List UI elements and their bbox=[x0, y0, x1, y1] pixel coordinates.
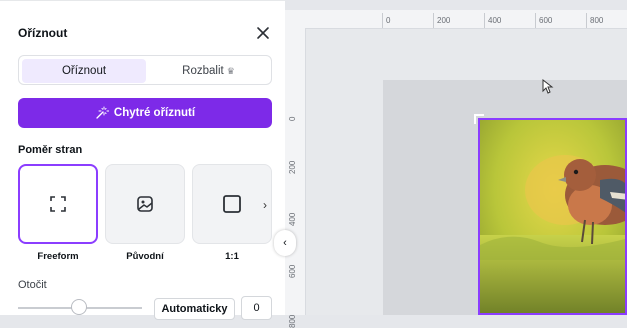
smart-crop-button[interactable]: Chytré oříznutí bbox=[18, 98, 272, 128]
ruler-top-line bbox=[484, 13, 485, 28]
freeform-icon bbox=[50, 196, 66, 212]
aspect-original-label: Původní bbox=[126, 251, 164, 262]
square-icon bbox=[223, 195, 241, 213]
ruler-top: 0 200 400 600 800 bbox=[305, 10, 627, 29]
magic-wand-icon bbox=[96, 106, 109, 119]
crop-panel: Oříznout Oříznout Rozbalit ♛ Chytré ořízn… bbox=[0, 0, 285, 320]
cropped-photo[interactable] bbox=[478, 118, 627, 315]
ruler-top-tick: 0 bbox=[386, 16, 391, 25]
ruler-top-line bbox=[382, 13, 383, 28]
panel-title: Oříznout bbox=[18, 26, 68, 40]
ruler-top-tick: 200 bbox=[437, 16, 451, 25]
ruler-top-line bbox=[535, 13, 536, 28]
aspect-square-label: 1:1 bbox=[225, 251, 239, 262]
ruler-top-line bbox=[433, 13, 434, 28]
ruler-top-tick: 600 bbox=[539, 16, 553, 25]
ruler-top-line bbox=[586, 13, 587, 28]
mouse-cursor-icon bbox=[542, 79, 554, 94]
tab-crop-label: Oříznout bbox=[61, 65, 107, 77]
crown-icon: ♛ bbox=[226, 66, 235, 76]
crop-corner-handle[interactable] bbox=[474, 114, 484, 124]
ruler-left: 0 200 400 600 800 bbox=[285, 28, 306, 328]
close-icon[interactable] bbox=[254, 24, 272, 42]
bird-photo-image bbox=[480, 120, 625, 313]
chevron-right-icon[interactable]: › bbox=[263, 198, 267, 212]
ruler-left-tick: 400 bbox=[288, 212, 297, 226]
tab-expand-label: Rozbalit bbox=[182, 65, 224, 77]
aspect-ratio-heading: Poměr stran bbox=[18, 144, 83, 156]
chevron-left-icon: ‹ bbox=[283, 237, 287, 249]
aspect-square-card[interactable] bbox=[192, 164, 272, 244]
rotate-heading: Otočit bbox=[18, 279, 47, 291]
aspect-original-card[interactable] bbox=[105, 164, 185, 244]
ruler-top-tick: 800 bbox=[590, 16, 604, 25]
panel-top-border bbox=[0, 0, 285, 4]
aspect-freeform-label: Freeform bbox=[37, 251, 79, 262]
ruler-left-tick: 0 bbox=[288, 116, 297, 121]
ruler-top-tick: 400 bbox=[488, 16, 502, 25]
ruler-corner bbox=[285, 10, 305, 28]
image-icon bbox=[137, 196, 153, 212]
auto-rotate-button[interactable]: Automaticky bbox=[154, 298, 235, 320]
collapse-panel-button[interactable]: ‹ bbox=[274, 230, 296, 256]
aspect-freeform-card[interactable] bbox=[18, 164, 98, 244]
tab-expand[interactable]: Rozbalit ♛ bbox=[147, 59, 270, 83]
rotate-value-input[interactable]: 0 bbox=[241, 296, 272, 320]
ruler-left-tick: 600 bbox=[288, 264, 297, 278]
tab-crop[interactable]: Oříznout bbox=[22, 59, 146, 83]
rotate-slider-handle[interactable] bbox=[71, 299, 87, 315]
ruler-left-tick: 200 bbox=[288, 160, 297, 174]
ruler-left-tick: 800 bbox=[288, 314, 297, 328]
smart-crop-label: Chytré oříznutí bbox=[113, 107, 196, 119]
mode-tabs: Oříznout Rozbalit ♛ bbox=[18, 55, 272, 85]
